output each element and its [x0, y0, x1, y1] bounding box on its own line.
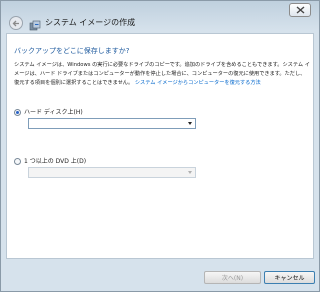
window-title: システム イメージの作成 — [45, 18, 136, 27]
description-text: システム イメージは、Windows の実行に必要なドライブのコピーです。追加の… — [14, 61, 310, 88]
back-arrow-icon — [12, 20, 19, 27]
chevron-down-icon — [188, 171, 192, 174]
dvd-select[interactable] — [28, 167, 196, 178]
content-panel: バックアップをどこに保存しますか? システム イメージは、Windows の実行… — [6, 33, 314, 259]
dvd-label: 1 つ以上の DVD 上(D) — [24, 158, 87, 165]
hard-disk-radio[interactable] — [14, 109, 21, 116]
title-bar: システム イメージの作成 — [7, 15, 313, 33]
back-button[interactable] — [9, 16, 23, 30]
option-hard-disk[interactable]: ハード ディスク上(H) — [14, 107, 83, 116]
cancel-button[interactable]: キャンセル — [264, 271, 315, 284]
dvd-radio[interactable] — [14, 158, 21, 165]
close-icon — [296, 6, 305, 14]
next-button[interactable]: 次へ(N) — [204, 271, 261, 284]
option-dvd[interactable]: 1 つ以上の DVD 上(D) — [14, 156, 86, 165]
chevron-down-icon — [188, 122, 192, 125]
backup-app-icon — [29, 17, 41, 31]
hard-disk-label: ハード ディスク上(H) — [24, 109, 83, 116]
page-heading: バックアップをどこに保存しますか? — [14, 47, 130, 55]
hard-disk-select[interactable] — [28, 118, 196, 129]
dialog-window: システム イメージの作成 バックアップをどこに保存しますか? システム イメージ… — [0, 0, 320, 292]
restore-help-link[interactable]: システム イメージからコンピューターを復元する方法 — [135, 80, 261, 86]
